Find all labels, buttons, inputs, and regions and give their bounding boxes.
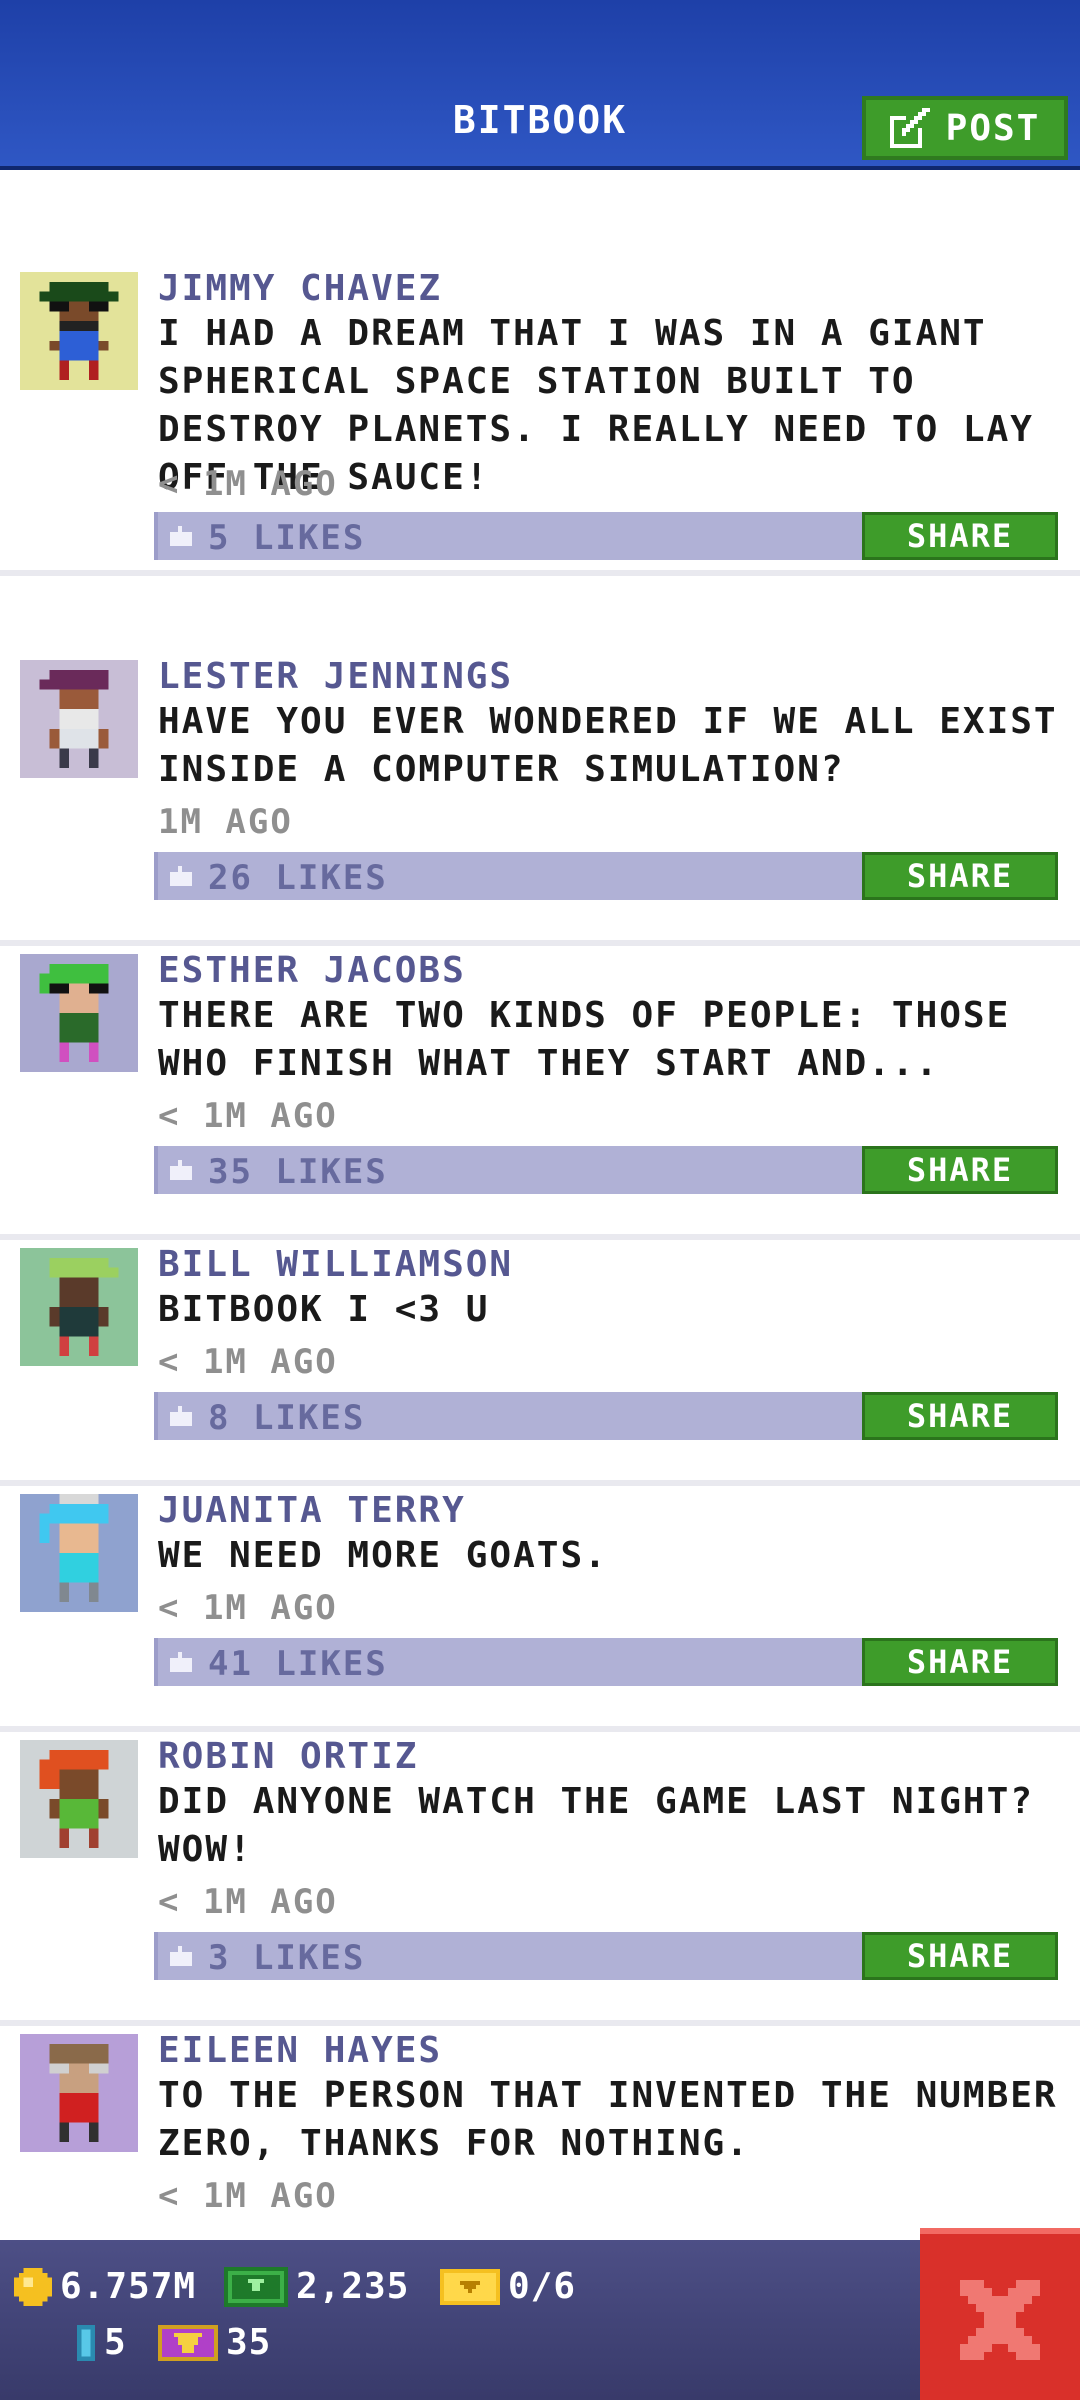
- avatar[interactable]: [20, 954, 138, 1072]
- close-button[interactable]: [920, 2228, 1080, 2400]
- header-bar: BITBOOK POST: [0, 0, 1080, 170]
- vip-icon: [158, 2324, 218, 2361]
- like-bar[interactable]: 3 LIKES SHARE: [154, 1932, 1058, 1980]
- elevator-stat: 5: [76, 2322, 127, 2363]
- avatar[interactable]: [20, 1494, 138, 1612]
- share-button[interactable]: SHARE: [862, 1146, 1058, 1194]
- post-item: JIMMY CHAVEZ I HAD A DREAM THAT I WAS IN…: [0, 264, 1080, 576]
- bux-icon: [224, 2266, 288, 2307]
- thumbs-up-icon: [170, 1652, 192, 1672]
- like-count: 26 LIKES: [208, 858, 388, 898]
- close-icon: [960, 2280, 1040, 2360]
- like-bar[interactable]: 8 LIKES SHARE: [154, 1392, 1058, 1440]
- avatar-image: [20, 1248, 138, 1366]
- avatar[interactable]: [20, 272, 138, 390]
- post-item: BILL WILLIAMSON BITBOOK I <3 U < 1M AGO …: [0, 1240, 1080, 1486]
- post-time: < 1M AGO: [158, 1096, 338, 1136]
- bux-stat: 2,235: [224, 2266, 409, 2307]
- like-count: 35 LIKES: [208, 1152, 388, 1192]
- like-bar[interactable]: 26 LIKES SHARE: [154, 852, 1058, 900]
- post-item: JUANITA TERRY WE NEED MORE GOATS. < 1M A…: [0, 1486, 1080, 1732]
- author-name[interactable]: JIMMY CHAVEZ: [158, 268, 442, 309]
- thumbs-up-icon: [170, 526, 192, 546]
- post-button-label: POST: [945, 107, 1041, 149]
- avatar[interactable]: [20, 1248, 138, 1366]
- thumbs-up-icon: [170, 1406, 192, 1426]
- author-name[interactable]: EILEEN HAYES: [158, 2030, 442, 2071]
- feed[interactable]: JIMMY CHAVEZ I HAD A DREAM THAT I WAS IN…: [0, 170, 1080, 2240]
- author-name[interactable]: ROBIN ORTIZ: [158, 1736, 418, 1777]
- post-message: WE NEED MORE GOATS.: [158, 1535, 608, 1576]
- tickets-value: 0/6: [508, 2266, 577, 2307]
- ticket-icon: [440, 2268, 500, 2305]
- post-message: HAVE YOU EVER WONDERED IF WE ALL EXIST I…: [158, 701, 1058, 790]
- post-message: TO THE PERSON THAT INVENTED THE NUMBER Z…: [158, 2075, 1058, 2164]
- avatar[interactable]: [20, 2034, 138, 2152]
- avatar[interactable]: [20, 1740, 138, 1858]
- elevator-icon: [77, 2324, 95, 2361]
- coin-icon: [14, 2267, 52, 2306]
- post-time: 1M AGO: [158, 802, 293, 842]
- elevator-value: 5: [104, 2322, 127, 2363]
- post-time: < 1M AGO: [158, 464, 338, 504]
- share-button[interactable]: SHARE: [862, 1932, 1058, 1980]
- avatar-image: [20, 954, 138, 1072]
- avatar-image: [20, 660, 138, 778]
- vip-value: 35: [226, 2322, 272, 2363]
- coins-stat: 6.757M: [14, 2266, 196, 2307]
- thumbs-up-icon: [170, 1946, 192, 1966]
- like-bar[interactable]: 41 LIKES SHARE: [154, 1638, 1058, 1686]
- post-button[interactable]: POST: [862, 96, 1068, 160]
- author-name[interactable]: LESTER JENNINGS: [158, 656, 513, 697]
- post-time: < 1M AGO: [158, 2176, 338, 2216]
- post-item: ROBIN ORTIZ DID ANYONE WATCH THE GAME LA…: [0, 1732, 1080, 2026]
- author-name[interactable]: BILL WILLIAMSON: [158, 1244, 513, 1285]
- share-button[interactable]: SHARE: [862, 852, 1058, 900]
- post-time: < 1M AGO: [158, 1882, 338, 1922]
- like-count: 8 LIKES: [208, 1398, 366, 1438]
- author-name[interactable]: ESTHER JACOBS: [158, 950, 466, 991]
- share-button[interactable]: SHARE: [862, 1638, 1058, 1686]
- avatar-image: [20, 1494, 138, 1612]
- like-count: 41 LIKES: [208, 1644, 388, 1684]
- avatar-image: [20, 272, 138, 390]
- avatar-image: [20, 2034, 138, 2152]
- post-message: THERE ARE TWO KINDS OF PEOPLE: THOSE WHO…: [158, 995, 1011, 1084]
- post-item: LESTER JENNINGS HAVE YOU EVER WONDERED I…: [0, 652, 1080, 946]
- share-button[interactable]: SHARE: [862, 1392, 1058, 1440]
- post-item: EILEEN HAYES TO THE PERSON THAT INVENTED…: [0, 2026, 1080, 2240]
- post-time: < 1M AGO: [158, 1342, 338, 1382]
- share-button[interactable]: SHARE: [862, 512, 1058, 560]
- author-name[interactable]: JUANITA TERRY: [158, 1490, 466, 1531]
- like-bar[interactable]: 35 LIKES SHARE: [154, 1146, 1058, 1194]
- like-bar[interactable]: 5 LIKES SHARE: [154, 512, 1058, 560]
- coins-value: 6.757M: [60, 2266, 197, 2307]
- like-count: 3 LIKES: [208, 1938, 366, 1978]
- edit-icon: [889, 108, 930, 148]
- vip-stat: 35: [158, 2322, 271, 2363]
- post-time: < 1M AGO: [158, 1588, 338, 1628]
- status-bar: 6.757M 2,235 0/6 5 35: [0, 2240, 1080, 2400]
- tickets-stat: 0/6: [440, 2266, 576, 2307]
- avatar-image: [20, 1740, 138, 1858]
- post-message: BITBOOK I <3 U: [158, 1289, 490, 1330]
- thumbs-up-icon: [170, 1160, 192, 1180]
- post-message: DID ANYONE WATCH THE GAME LAST NIGHT? WO…: [158, 1781, 1034, 1870]
- bux-value: 2,235: [296, 2266, 410, 2307]
- post-item: ESTHER JACOBS THERE ARE TWO KINDS OF PEO…: [0, 946, 1080, 1240]
- like-count: 5 LIKES: [208, 518, 366, 558]
- avatar[interactable]: [20, 660, 138, 778]
- thumbs-up-icon: [170, 866, 192, 886]
